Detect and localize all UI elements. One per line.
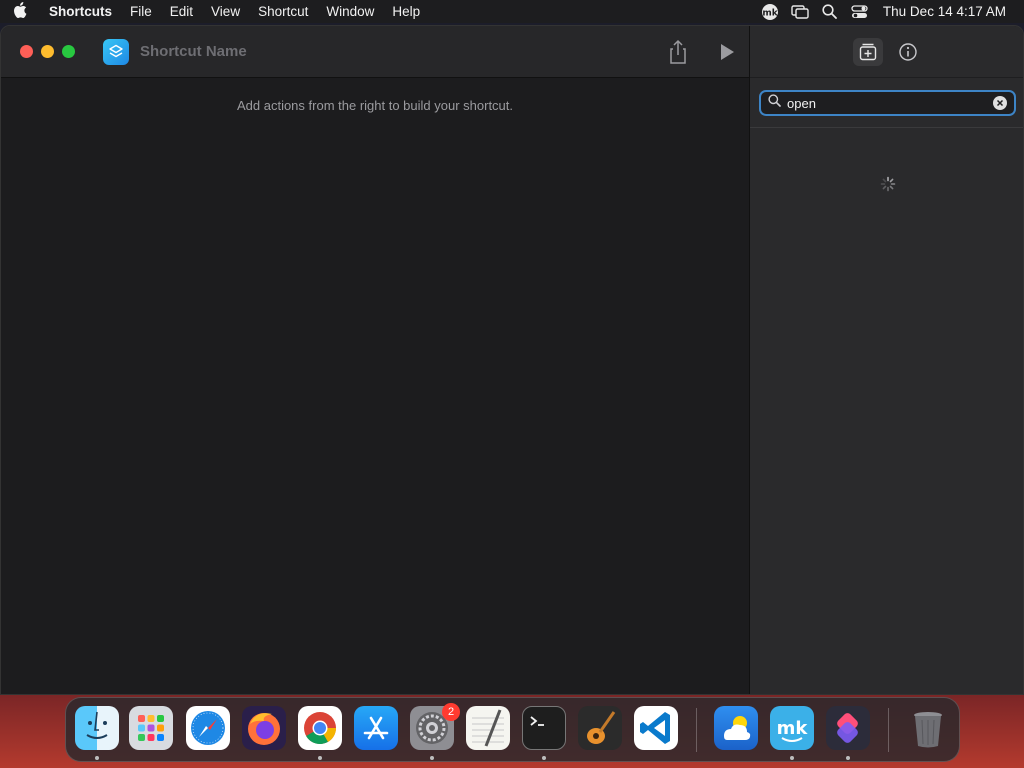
dock-separator-trash [888, 708, 889, 752]
info-icon[interactable] [893, 38, 923, 66]
finder-running-dot [95, 756, 99, 760]
loading-spinner-icon [880, 176, 896, 192]
settings-running-dot [430, 756, 434, 760]
firefox-icon[interactable] [242, 706, 286, 750]
search-input[interactable] [787, 95, 993, 111]
run-shortcut-icon[interactable] [717, 41, 737, 63]
menu-file[interactable]: File [121, 4, 161, 19]
safari-icon[interactable] [186, 706, 230, 750]
trash-icon[interactable] [906, 706, 950, 750]
menu-app-name[interactable]: Shortcuts [40, 4, 121, 19]
search-icon [768, 94, 781, 112]
chrome-running-dot [318, 756, 322, 760]
close-window-button[interactable] [20, 45, 33, 58]
maximize-window-button[interactable] [62, 45, 75, 58]
minimize-window-button[interactable] [41, 45, 54, 58]
share-icon[interactable] [666, 39, 690, 65]
vscode-icon[interactable] [634, 706, 678, 750]
terminal-icon[interactable] [522, 706, 566, 750]
chrome-icon[interactable] [298, 706, 342, 750]
menu-edit[interactable]: Edit [161, 4, 202, 19]
garageband-icon[interactable] [578, 706, 622, 750]
weather-icon[interactable] [714, 706, 758, 750]
menu-bar: Shortcuts File Edit View Shortcut Window… [0, 0, 1024, 23]
action-library-sidebar [749, 26, 1023, 694]
mk-status-icon[interactable]: mk [755, 0, 785, 23]
menu-view[interactable]: View [202, 4, 249, 19]
shortcut-editor[interactable]: Add actions from the right to build your… [1, 79, 749, 694]
sidebar-tabs [750, 26, 1023, 78]
shortcut-name-field[interactable]: Shortcut Name [140, 43, 247, 60]
menu-shortcut[interactable]: Shortcut [249, 4, 317, 19]
window-controls [20, 45, 75, 58]
mk-app-icon[interactable]: mk [770, 706, 814, 750]
app-store-icon[interactable] [354, 706, 398, 750]
sidebar-divider [750, 127, 1023, 128]
textedit-icon[interactable] [466, 706, 510, 750]
apple-menu-icon[interactable] [0, 1, 40, 22]
editor-toolbar: Shortcut Name [1, 26, 749, 78]
svg-text:mk: mk [777, 718, 809, 739]
dock-separator [696, 708, 697, 752]
action-library-tab[interactable] [852, 37, 883, 66]
shortcut-glyph-icon[interactable] [103, 38, 129, 65]
editor-empty-hint: Add actions from the right to build your… [236, 98, 514, 113]
dock: 2 mk [65, 697, 960, 762]
launchpad-icon[interactable] [129, 706, 173, 750]
mk-app-running-dot [790, 756, 794, 760]
menu-clock[interactable]: Thu Dec 14 4:17 AM [875, 4, 1014, 19]
menu-help[interactable]: Help [383, 4, 429, 19]
action-search-field[interactable] [759, 90, 1016, 116]
control-center-icon[interactable] [845, 0, 875, 23]
spotlight-search-icon[interactable] [815, 0, 845, 23]
settings-notification-badge: 2 [442, 703, 460, 721]
finder-icon[interactable] [75, 706, 119, 750]
shortcuts-running-dot [846, 756, 850, 760]
shortcuts-window: Shortcut Name Add actions from the right… [0, 25, 1024, 695]
shortcuts-app-icon[interactable] [826, 706, 870, 750]
screen-mirroring-icon[interactable] [785, 0, 815, 23]
svg-text:mk: mk [762, 8, 778, 18]
clear-search-icon[interactable] [993, 96, 1007, 110]
terminal-running-dot [542, 756, 546, 760]
menu-window[interactable]: Window [317, 4, 383, 19]
